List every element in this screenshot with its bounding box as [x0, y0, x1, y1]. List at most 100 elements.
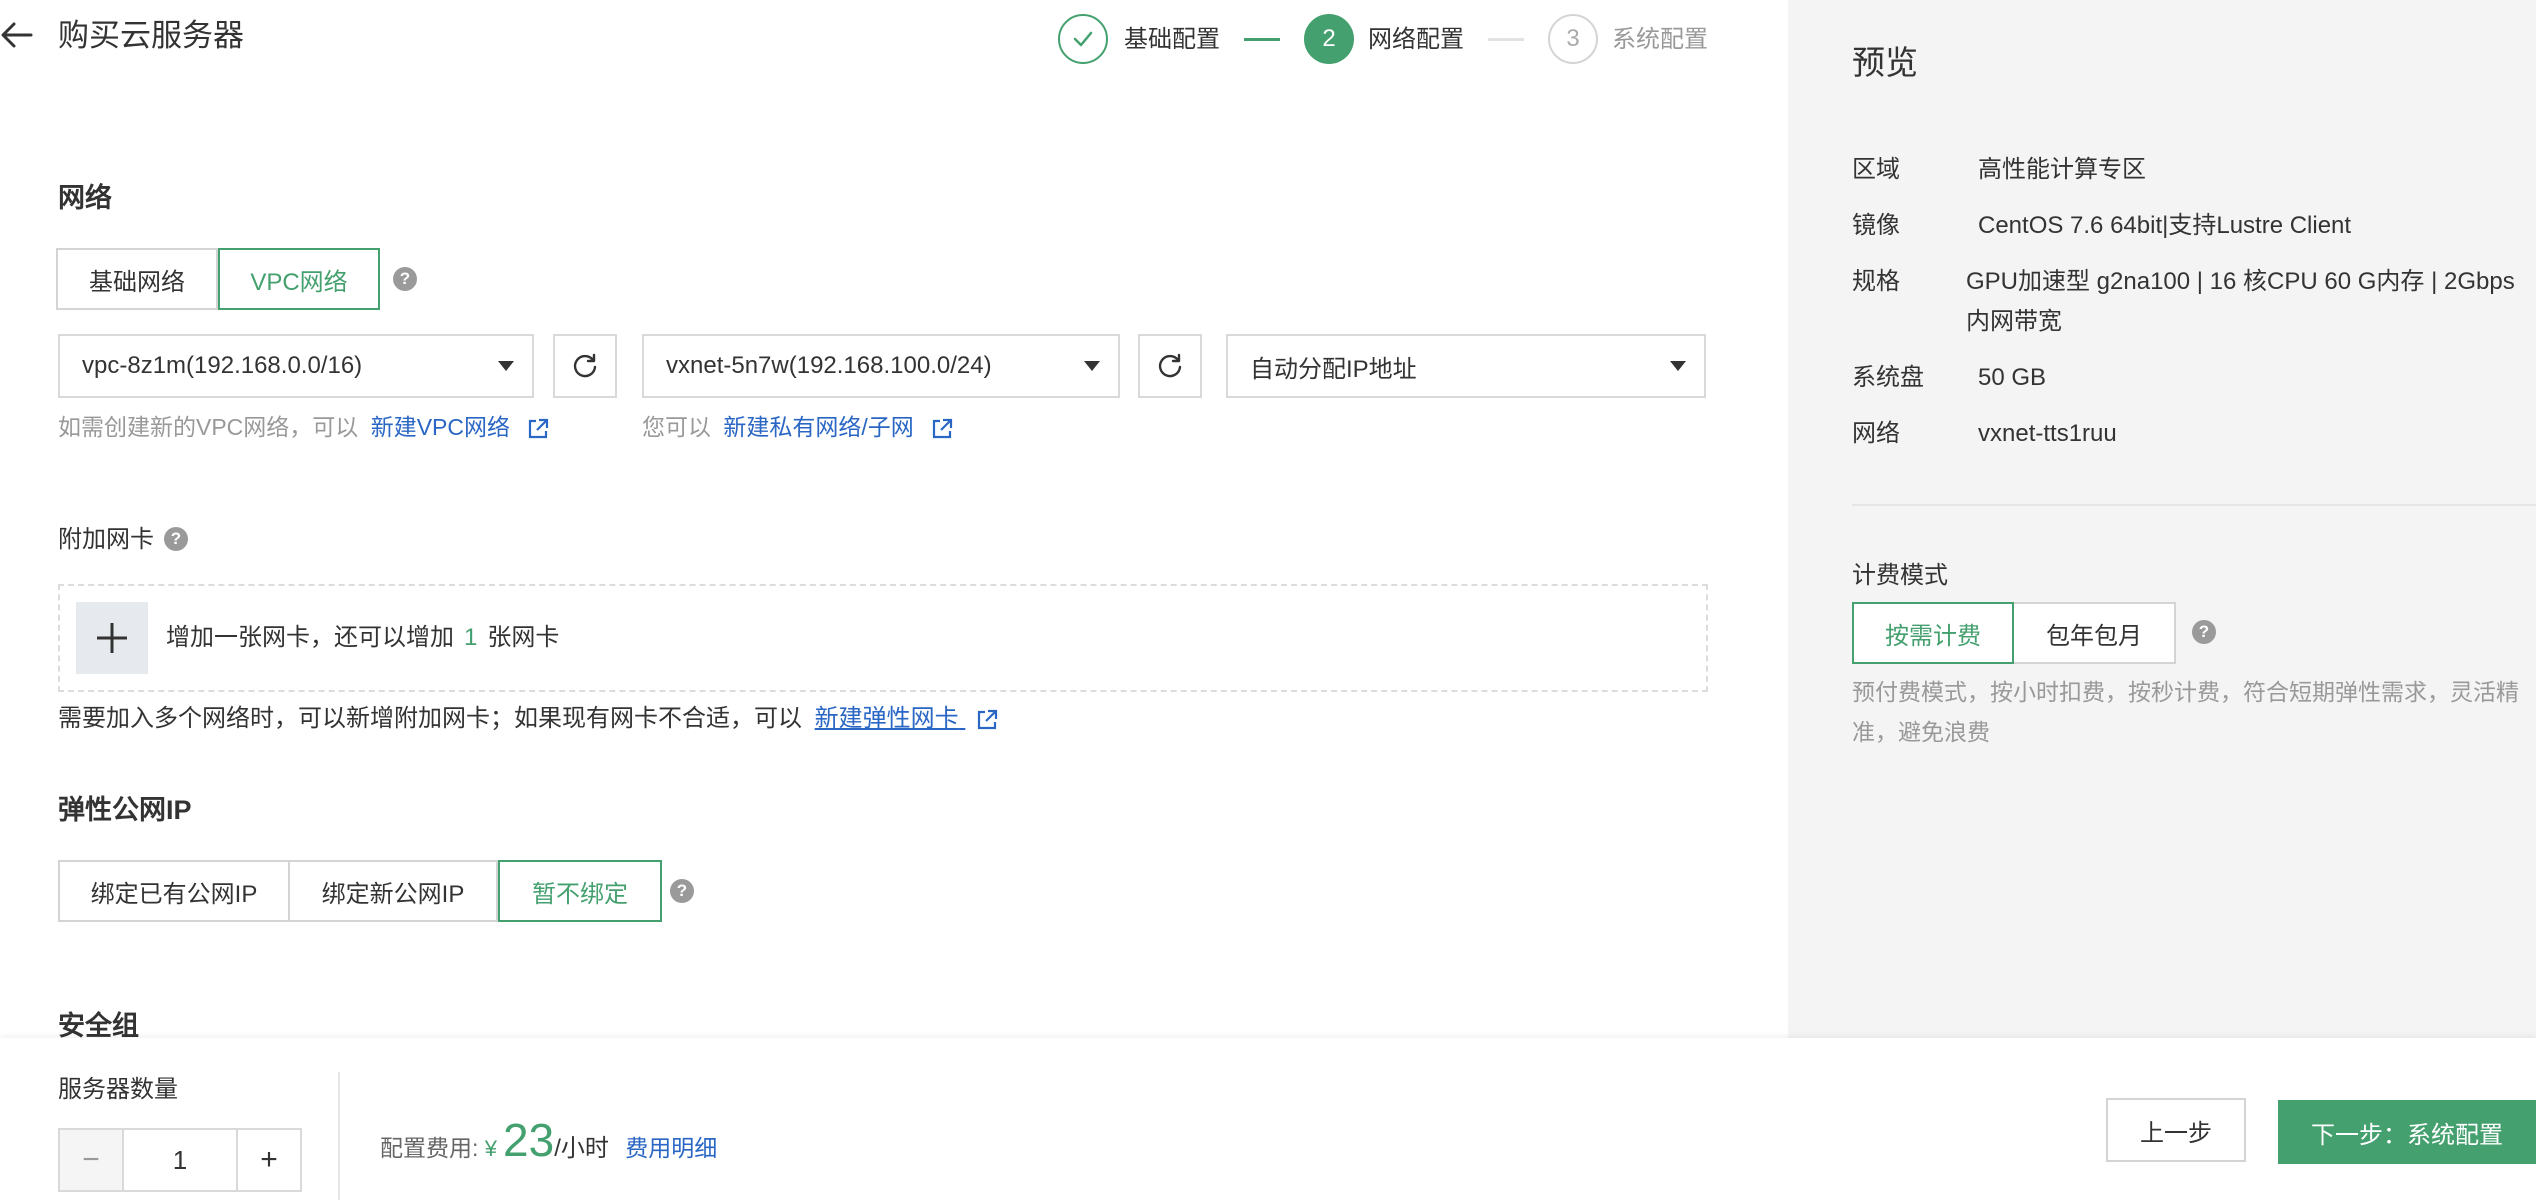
eip-bind-existing[interactable]: 绑定已有公网IP [58, 860, 290, 922]
next-step-button[interactable]: 下一步：系统配置 [2278, 1100, 2536, 1164]
step-3-label: 系统配置 [1612, 26, 1708, 53]
cost-amount: 23 [503, 1114, 555, 1166]
billing-on-demand[interactable]: 按需计费 [1852, 602, 2014, 664]
cost-summary: 配置费用: ¥23/小时 费用明细 [380, 1110, 717, 1179]
nic-note: 需要加入多个网络时，可以新增附加网卡；如果现有网卡不合适，可以 新建弹性网卡 [58, 700, 999, 738]
help-icon[interactable]: ? [670, 879, 694, 903]
add-nic-count: 1 [464, 624, 478, 651]
vxnet-select-value: vxnet-5n7w(192.168.100.0/24) [666, 352, 992, 379]
caret-down-icon [1084, 361, 1100, 371]
preview-key: 网络 [1852, 420, 1900, 447]
step-3-number: 3 [1566, 25, 1580, 52]
preview-row-image: 镜像 CentOS 7.6 64bit|支持Lustre Client [1852, 206, 2532, 246]
preview-key: 系统盘 [1852, 364, 1924, 391]
refresh-icon [1158, 353, 1182, 378]
nic-section-title: 附加网卡 [58, 520, 154, 560]
vpc-select-value: vpc-8z1m(192.168.0.0/16) [82, 352, 363, 379]
back-arrow-icon [1, 22, 33, 48]
network-section-title: 网络 [58, 183, 112, 213]
vxnet-select[interactable]: vxnet-5n7w(192.168.100.0/24) [642, 334, 1120, 398]
preview-row-region: 区域 高性能计算专区 [1852, 150, 2532, 190]
refresh-icon [573, 353, 597, 378]
help-icon[interactable]: ? [164, 527, 188, 551]
preview-value: GPU加速型 g2na100 | 16 核CPU 60 G内存 | 2Gbps … [1966, 268, 2515, 335]
tab-vpc-network[interactable]: VPC网络 [218, 248, 380, 310]
step-1-done [1058, 14, 1108, 64]
step-connector-pending [1488, 38, 1524, 41]
preview-divider [1852, 504, 2536, 506]
tab-basic-network[interactable]: 基础网络 [56, 248, 218, 310]
help-icon[interactable]: ? [2192, 620, 2216, 644]
vxnet-hint: 您可以 新建私有网络/子网 [642, 410, 954, 444]
vpc-hint-text: 如需创建新的VPC网络，可以 [58, 414, 359, 440]
page-title: 购买云服务器 [58, 18, 244, 53]
prev-step-button[interactable]: 上一步 [2106, 1098, 2246, 1162]
caret-down-icon [498, 361, 514, 371]
create-eni-link-label: 新建弹性网卡 [814, 705, 959, 732]
footer-divider [338, 1072, 340, 1200]
server-count-value[interactable]: 1 [124, 1128, 236, 1192]
billing-description: 预付费模式，按小时扣费，按秒计费，符合短期弹性需求，灵活精准，避免浪费 [1852, 679, 2519, 745]
vxnet-hint-text: 您可以 [642, 414, 711, 440]
server-count-stepper: − 1 + [58, 1128, 302, 1192]
server-count-label: 服务器数量 [58, 1076, 178, 1103]
increment-button[interactable]: + [236, 1128, 302, 1192]
create-vxnet-link-label: 新建私有网络/子网 [723, 414, 914, 440]
check-icon [1073, 31, 1093, 47]
vpc-select[interactable]: vpc-8z1m(192.168.0.0/16) [58, 334, 534, 398]
preview-value: 50 GB [1978, 364, 2047, 391]
help-icon[interactable]: ? [393, 267, 417, 291]
network-type-tabs: 基础网络 VPC网络 [56, 248, 380, 310]
preview-key: 镜像 [1852, 212, 1900, 239]
preview-key: 区域 [1852, 156, 1900, 183]
create-eni-link[interactable]: 新建弹性网卡 [815, 705, 966, 732]
vpc-hint: 如需创建新的VPC网络，可以 新建VPC网络 [58, 410, 550, 444]
step-3-pending: 3 [1548, 14, 1598, 64]
step-2-active: 2 [1304, 14, 1354, 64]
cost-detail-link[interactable]: 费用明细 [625, 1135, 717, 1161]
eip-section-title: 弹性公网IP [58, 795, 192, 825]
preview-value: vxnet-tts1ruu [1978, 420, 2117, 447]
vpc-refresh-button[interactable] [553, 334, 617, 398]
create-vpc-link[interactable]: 新建VPC网络 [371, 414, 551, 440]
preview-row-disk: 系统盘 50 GB [1852, 358, 2532, 398]
preview-row-network: 网络 vxnet-tts1ruu [1852, 414, 2532, 454]
billing-title: 计费模式 [1852, 562, 1948, 589]
cost-currency: ¥ [484, 1136, 498, 1161]
preview-panel: 预览 区域 高性能计算专区 镜像 CentOS 7.6 64bit|支持Lust… [1788, 0, 2536, 1038]
step-1-label: 基础配置 [1124, 26, 1220, 53]
cost-unit: /小时 [554, 1135, 609, 1162]
ip-assign-select[interactable]: 自动分配IP地址 [1226, 334, 1706, 398]
preview-value: 高性能计算专区 [1978, 156, 2146, 183]
add-nic-prefix: 增加一张网卡，还可以增加 [166, 624, 454, 651]
create-vpc-link-label: 新建VPC网络 [370, 414, 510, 440]
add-nic-suffix: 张网卡 [487, 624, 560, 651]
create-vxnet-link[interactable]: 新建私有网络/子网 [723, 414, 954, 440]
back-button[interactable] [0, 18, 34, 52]
add-nic-text: 增加一张网卡，还可以增加 1 张网卡 [166, 620, 559, 656]
ip-assign-select-value: 自动分配IP地址 [1250, 355, 1417, 383]
eip-options: 绑定已有公网IP 绑定新公网IP 暂不绑定 [58, 860, 662, 922]
external-link-icon [933, 418, 953, 439]
preview-title: 预览 [1852, 44, 1918, 81]
decrement-button[interactable]: − [58, 1128, 124, 1192]
cost-label: 配置费用: [380, 1135, 479, 1161]
vxnet-refresh-button[interactable] [1138, 334, 1202, 398]
footer-bar: 服务器数量 − 1 + 配置费用: ¥23/小时 费用明细 上一步 下一步：系统… [0, 1038, 2536, 1204]
preview-key: 规格 [1852, 268, 1900, 295]
step-2-label: 网络配置 [1368, 26, 1464, 53]
billing-monthly[interactable]: 包年包月 [2014, 602, 2176, 664]
eip-bind-new[interactable]: 绑定新公网IP [290, 860, 498, 922]
preview-value: CentOS 7.6 64bit|支持Lustre Client [1978, 212, 2352, 239]
eip-not-bind[interactable]: 暂不绑定 [498, 860, 662, 922]
external-link-icon [529, 418, 549, 439]
billing-options: 按需计费 包年包月 [1852, 602, 2176, 664]
nic-note-text: 需要加入多个网络时，可以新增附加网卡；如果现有网卡不合适，可以 [58, 705, 802, 732]
step-2-number: 2 [1322, 25, 1336, 52]
add-nic-button[interactable] [76, 602, 148, 674]
caret-down-icon [1670, 361, 1686, 371]
external-link-icon [978, 709, 998, 729]
add-nic-area[interactable]: 增加一张网卡，还可以增加 1 张网卡 [58, 584, 1708, 692]
plus-icon [97, 623, 127, 653]
step-connector-done [1244, 38, 1280, 41]
